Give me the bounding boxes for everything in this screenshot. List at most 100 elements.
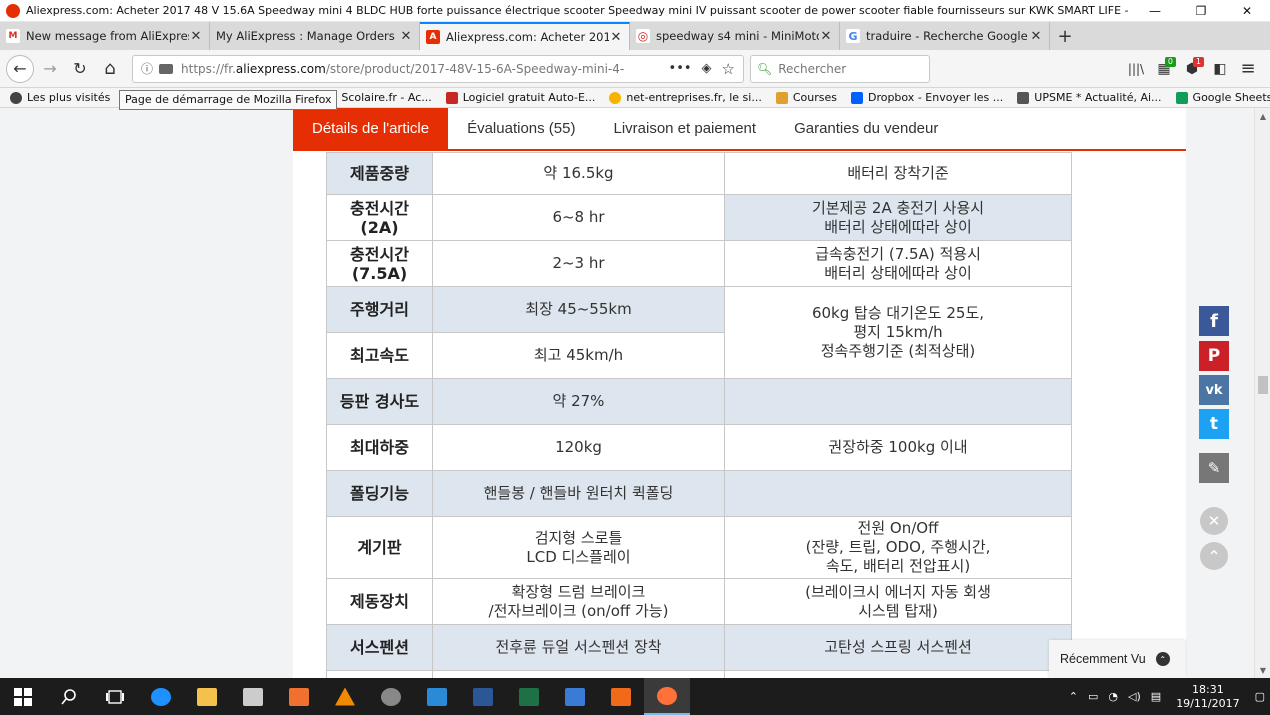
- search-taskbar-button[interactable]: [46, 678, 92, 715]
- orange-app[interactable]: [598, 678, 644, 715]
- minimize-button[interactable]: —: [1132, 0, 1178, 22]
- reload-button[interactable]: ↻: [66, 55, 94, 83]
- page-actions-icon[interactable]: •••: [669, 61, 692, 76]
- tab-google-search[interactable]: G traduire - Recherche Google ✕: [840, 22, 1050, 50]
- bookmark-item[interactable]: Courses: [775, 91, 837, 104]
- store-icon: [243, 687, 263, 706]
- tab-reviews[interactable]: Évaluations (55): [448, 108, 594, 149]
- wifi-icon[interactable]: ◔: [1108, 690, 1118, 703]
- bookmark-star-icon[interactable]: ☆: [722, 60, 735, 78]
- tab-gmail[interactable]: M New message from AliExpress s ✕: [0, 22, 210, 50]
- scroll-top-button[interactable]: ⌃: [1200, 542, 1228, 570]
- spec-value: 최고 45km/h: [432, 332, 725, 379]
- paint-app[interactable]: [414, 678, 460, 715]
- bookmark-item[interactable]: Google Sheets: [1175, 91, 1270, 104]
- bookmark-item[interactable]: Scolaire.fr - Ac...: [324, 91, 432, 104]
- spec-label: 충전시간 (7.5A): [326, 240, 433, 287]
- lock-icon[interactable]: [159, 63, 174, 74]
- tab-label: speedway s4 mini - MiniMotors: [656, 29, 819, 43]
- remote-desktop-icon: [565, 687, 585, 706]
- gmail-icon: M: [6, 29, 20, 43]
- tray-chevron-icon[interactable]: ⌃: [1069, 690, 1078, 703]
- remote-desktop-app[interactable]: [552, 678, 598, 715]
- back-button[interactable]: ←: [6, 54, 34, 83]
- spec-note: (브레이크시 에너지 자동 회생 시스템 탑재): [724, 578, 1072, 625]
- table-row: 서스펜션 전후륜 듀얼 서스펜션 장착 고탄성 스프링 서스펜션: [326, 624, 1072, 671]
- firefox-app[interactable]: [644, 678, 690, 715]
- new-tab-button[interactable]: +: [1050, 22, 1080, 50]
- tab-close-icon[interactable]: ✕: [1029, 29, 1043, 44]
- bookmark-item[interactable]: UPSME * Actualité, Ai...: [1017, 91, 1162, 104]
- word-app[interactable]: [460, 678, 506, 715]
- adblock-icon[interactable]: ⬢ 1: [1178, 55, 1206, 83]
- tab-minimotors[interactable]: ◎ speedway s4 mini - MiniMotors ✕: [630, 22, 840, 50]
- home-button[interactable]: ⌂: [96, 55, 124, 83]
- word-icon: [473, 687, 493, 706]
- film-app[interactable]: [368, 678, 414, 715]
- spec-note: [724, 470, 1072, 517]
- window-titlebar: Aliexpress.com: Acheter 2017 48 V 15.6A …: [0, 0, 1270, 22]
- search-box[interactable]: 🔍︎ Rechercher: [750, 54, 930, 83]
- recently-viewed-button[interactable]: Récemment Vu ⌃: [1049, 640, 1185, 678]
- url-text[interactable]: https://fr.aliexpress.com/store/product/…: [181, 62, 659, 76]
- store-app[interactable]: [230, 678, 276, 715]
- notifications-icon[interactable]: ▢: [1255, 690, 1265, 703]
- gear-icon: [10, 91, 22, 104]
- bookmark-item[interactable]: Logiciel gratuit Auto-E...: [445, 91, 595, 104]
- menu-icon[interactable]: ≡: [1234, 55, 1262, 83]
- vk-share-button[interactable]: vk: [1199, 375, 1229, 405]
- table-row: [326, 670, 1072, 678]
- bookmark-item[interactable]: Les plus visités: [10, 91, 110, 104]
- table-row: 등판 경사도 약 27%: [326, 378, 1072, 425]
- spec-value: 전후륜 듀얼 서스펜션 장착: [432, 624, 725, 671]
- spec-note: 전원 On/Off (잔량, 트립, ODO, 주행시간, 속도, 배터리 전압표시…: [724, 516, 1072, 579]
- url-bar[interactable]: ⓘ https://fr.aliexpress.com/store/produc…: [132, 54, 744, 83]
- facebook-share-button[interactable]: f: [1199, 306, 1229, 336]
- sidebar-icon[interactable]: ◧: [1206, 55, 1234, 83]
- spec-value: 최장 45~55km: [432, 286, 725, 333]
- close-window-button[interactable]: ✕: [1224, 0, 1270, 22]
- table-row: 충전시간 (7.5A) 2~3 hr 급속충전기 (7.5A) 적용시 배터리 상태…: [326, 240, 1072, 287]
- vertical-scrollbar[interactable]: ▲ ▼: [1254, 108, 1270, 678]
- file-explorer-app[interactable]: [184, 678, 230, 715]
- scroll-up-icon[interactable]: ▲: [1255, 108, 1270, 124]
- tab-shipping-payment[interactable]: Livraison et paiement: [594, 108, 775, 149]
- pinterest-share-button[interactable]: P: [1199, 341, 1229, 371]
- volume-icon[interactable]: ◁): [1128, 690, 1141, 703]
- adblock-badge: 1: [1192, 56, 1204, 67]
- keyboard-icon[interactable]: ▤: [1151, 690, 1161, 703]
- clock[interactable]: 18:31 19/11/2017: [1176, 683, 1239, 711]
- info-icon[interactable]: ⓘ: [141, 60, 153, 77]
- scroll-thumb[interactable]: [1258, 376, 1268, 394]
- spec-note: 배터리 장착기준: [724, 152, 1072, 195]
- edge-app[interactable]: [138, 678, 184, 715]
- tab-seller-guarantees[interactable]: Garanties du vendeur: [775, 108, 957, 149]
- bookmark-item[interactable]: Dropbox - Envoyer les ...: [850, 91, 1003, 104]
- bookmark-item[interactable]: net-entreprises.fr, le si...: [609, 91, 762, 104]
- tab-close-icon[interactable]: ✕: [609, 30, 623, 45]
- excel-app[interactable]: [506, 678, 552, 715]
- start-button[interactable]: [0, 678, 46, 715]
- tab-item-details[interactable]: Détails de l'article: [293, 108, 449, 149]
- tab-close-icon[interactable]: ✕: [819, 29, 833, 44]
- task-view-button[interactable]: [92, 678, 138, 715]
- aliexpress-icon: A: [426, 30, 440, 44]
- battery-icon[interactable]: ▭: [1088, 690, 1098, 703]
- search-input[interactable]: Rechercher: [778, 62, 846, 76]
- table-row: 제동장치 확장형 드럼 브레이크/전자브레이크 (on/off 가능) (브레이…: [326, 578, 1072, 625]
- close-float-button[interactable]: ✕: [1200, 507, 1228, 535]
- tab-close-icon[interactable]: ✕: [189, 29, 203, 44]
- extension-green-icon[interactable]: ▦ 0: [1150, 55, 1178, 83]
- media-player-app[interactable]: [276, 678, 322, 715]
- twitter-share-button[interactable]: t: [1199, 409, 1229, 439]
- scroll-down-icon[interactable]: ▼: [1255, 662, 1270, 678]
- library-icon[interactable]: |||\: [1122, 55, 1150, 83]
- vlc-app[interactable]: [322, 678, 368, 715]
- pocket-icon[interactable]: ◈: [702, 61, 712, 76]
- tab-manage-orders[interactable]: My AliExpress : Manage Orders ✕: [210, 22, 420, 50]
- forward-button[interactable]: →: [36, 55, 64, 83]
- restore-button[interactable]: ❐: [1178, 0, 1224, 22]
- tab-close-icon[interactable]: ✕: [399, 29, 413, 44]
- edit-icon[interactable]: ✎: [1199, 453, 1229, 483]
- tab-aliexpress-product[interactable]: A Aliexpress.com: Acheter 2017 48 ✕: [420, 22, 630, 50]
